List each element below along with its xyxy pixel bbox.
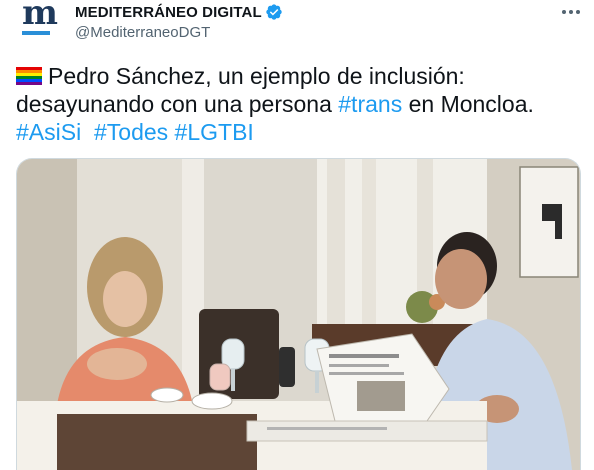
svg-text:m: m: [22, 0, 58, 33]
tweet-hashtags-line: #AsiSi #Todes #LGTBI: [16, 118, 582, 146]
tweet-text-line2-suffix: en Moncloa.: [402, 91, 534, 117]
author-names: MEDITERRÁNEO DIGITAL @MediterraneoDGT: [75, 2, 283, 41]
verified-badge-icon: [266, 4, 282, 20]
avatar[interactable]: m: [16, 0, 64, 48]
tweet-header: m MEDITERRÁNEO DIGITAL @MediterraneoDGT: [16, 0, 582, 52]
hashtag-todes[interactable]: #Todes: [94, 119, 168, 145]
tweet-text-line-2: desayunando con una persona #trans en Mo…: [16, 90, 582, 118]
display-name[interactable]: MEDITERRÁNEO DIGITAL: [75, 4, 262, 21]
mediterraneo-logo-icon: m: [22, 0, 58, 35]
display-name-row[interactable]: MEDITERRÁNEO DIGITAL: [75, 2, 283, 22]
hashtag-trans[interactable]: #trans: [338, 91, 402, 117]
hashtag-lgtbi[interactable]: #LGTBI: [175, 119, 254, 145]
hashtag-asisi[interactable]: #AsiSi: [16, 119, 81, 145]
breakfast-photo: [17, 159, 580, 470]
rainbow-flag-icon: [16, 67, 42, 85]
handle[interactable]: @MediterraneoDGT: [75, 24, 283, 41]
tweet-text-line-1: Pedro Sánchez, un ejemplo de inclusión:: [16, 62, 582, 90]
tweet-text: Pedro Sánchez, un ejemplo de inclusión: …: [16, 62, 582, 146]
tweet-text-line1: Pedro Sánchez, un ejemplo de inclusión:: [48, 63, 465, 89]
more-options-icon[interactable]: [560, 2, 582, 22]
tweet-text-line2-prefix: desayunando con una persona: [16, 91, 339, 117]
tweet-photo[interactable]: [16, 158, 581, 470]
